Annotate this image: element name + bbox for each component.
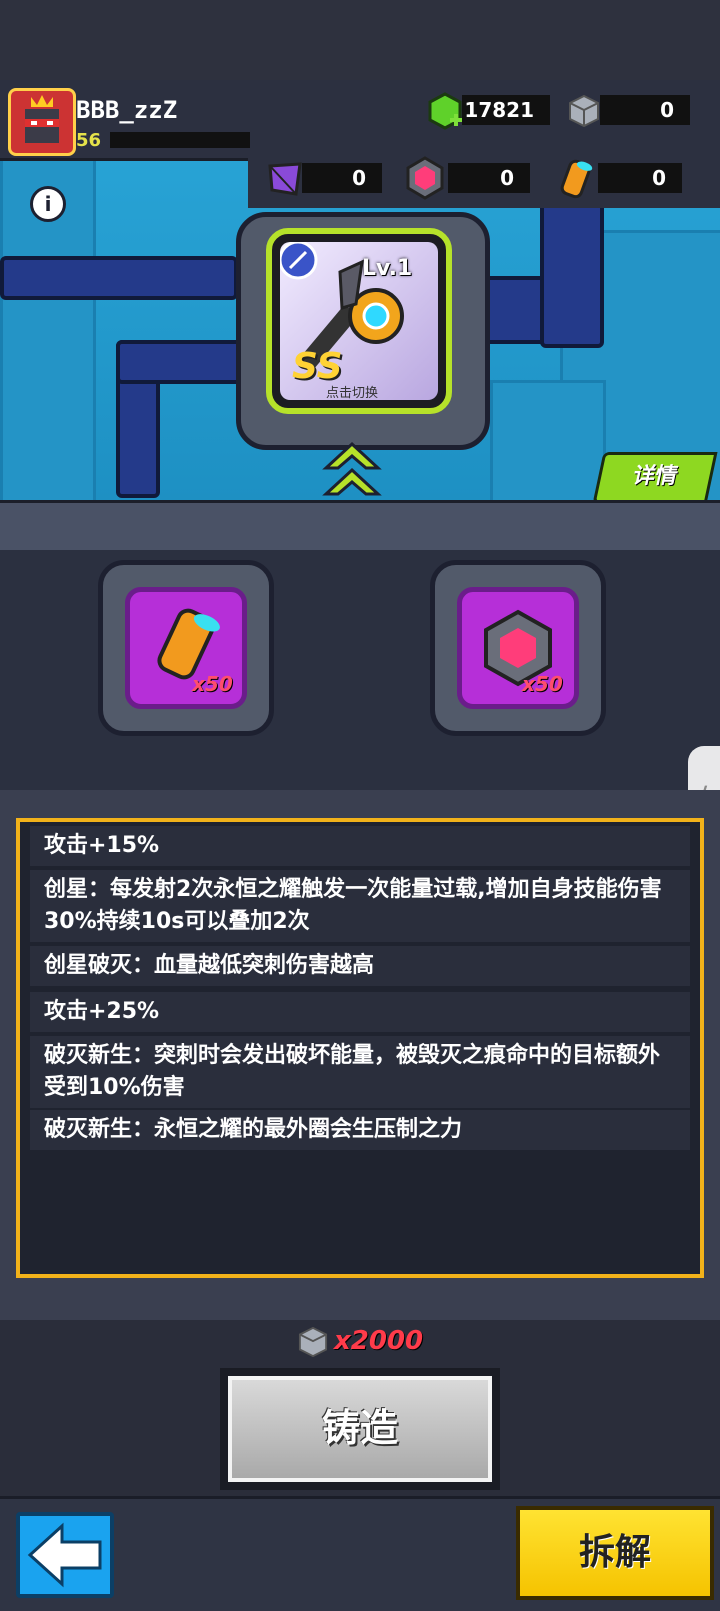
weapon-grade: SS [292, 346, 343, 387]
avatar[interactable] [8, 88, 76, 156]
info-icon[interactable]: i [30, 186, 66, 222]
shard-count: 0 [302, 163, 382, 193]
cube-icon [298, 1326, 328, 1358]
ninja-avatar-icon [25, 95, 59, 143]
canister-count: 0 [598, 163, 682, 193]
stat-row: 破灭新生：突刺时会发出破坏能量，被毁灭之痕命中的目标额外受到10%伤害 [30, 1036, 690, 1108]
stat-row: 破灭新生：永恒之耀的最外圈会生压制之力 [30, 1110, 690, 1150]
floor-strip [0, 500, 720, 554]
stat-row: 攻击+15% [30, 826, 690, 866]
cube-icon [569, 94, 599, 128]
weapon-level: Lv.1 [362, 256, 413, 281]
xp-bar [110, 132, 250, 148]
green-gem-icon[interactable] [426, 92, 464, 132]
purple-shard-icon [268, 162, 302, 196]
switch-hint: 点击切换 [326, 386, 379, 401]
upgrade-arrows-icon [322, 441, 382, 496]
details-button[interactable]: 详情 [592, 452, 718, 504]
pink-core-icon [406, 156, 444, 200]
arrow-left-icon [27, 1522, 102, 1588]
stat-row: 创星：每发射2次永恒之耀触发一次能量过载,增加自身技能伤害30%持续10s可以叠… [30, 870, 690, 942]
player-level: 56 [76, 130, 102, 151]
player-name: BBB_zzZ [76, 96, 178, 124]
dismantle-label: 拆解 [578, 1532, 651, 1573]
cube-count: 0 [600, 95, 690, 125]
back-button[interactable] [16, 1512, 114, 1598]
dismantle-button[interactable]: 拆解 [516, 1506, 714, 1600]
canister-icon [560, 159, 593, 199]
gem-count: 17821 [462, 95, 550, 125]
forge-cost: x2000 [334, 1326, 424, 1356]
forge-button[interactable]: 铸造 [228, 1376, 492, 1482]
stat-row: 创星破灭：血量越低突刺伤害越高 [30, 946, 690, 986]
details-label: 详情 [630, 464, 680, 489]
status-area [0, 0, 720, 80]
pink-core-count: 0 [448, 163, 530, 193]
forge-label: 铸造 [321, 1406, 398, 1450]
stat-row: 攻击+25% [30, 992, 690, 1032]
material-2-qty: x50 [522, 672, 563, 696]
material-1-qty: x50 [192, 672, 233, 696]
